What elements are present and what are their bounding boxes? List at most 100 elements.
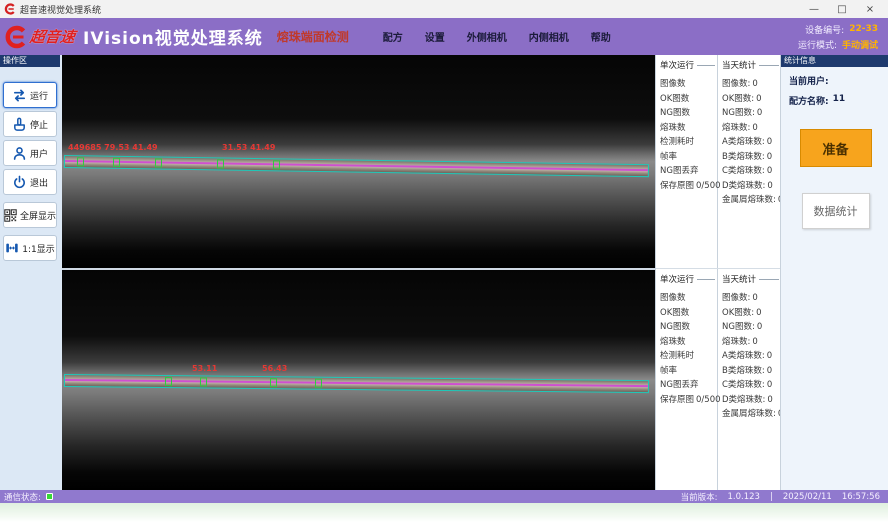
measurement-annotation: 53.11 (192, 364, 217, 373)
stat-label: 熔珠数 (660, 335, 686, 350)
stat-value: 0 (752, 291, 757, 306)
stat-label: 金属屑熔珠数: (722, 407, 776, 422)
weld-strip-overlay (64, 374, 649, 393)
detection-box (113, 158, 120, 167)
menu-item[interactable]: 外侧相机 (467, 29, 507, 44)
status-date: 2025/02/11 (783, 492, 832, 502)
version-label: 当前版本: (681, 491, 718, 503)
single-run-column: 单次运行 图像数OK图数NG图数熔珠数检测耗时帧率NG图丢弃保存原图0/500 (656, 269, 718, 490)
stat-row: 帧率 (660, 364, 717, 379)
run-button-label: 运行 (30, 89, 48, 102)
stat-row: OK图数 (660, 306, 717, 321)
stat-label: NG图数 (660, 320, 690, 335)
statistics-area: 单次运行 图像数OK图数NG图数熔珠数检测耗时帧率NG图丢弃保存原图0/500 … (655, 55, 780, 490)
stat-value: 0 (767, 378, 772, 393)
menu-item[interactable]: 帮助 (591, 29, 611, 44)
stat-label: NG图丢弃 (660, 164, 698, 179)
camera-viewport: 449685 79.53 41.49 31.53 41.49 53.11 56.… (60, 55, 655, 490)
stats-panel-outer: 单次运行 图像数OK图数NG图数熔珠数检测耗时帧率NG图丢弃保存原图0/500 … (656, 55, 780, 268)
stat-row: OK图数:0 (722, 306, 781, 321)
stat-value: 0 (767, 364, 772, 379)
stat-row: 图像数:0 (722, 77, 781, 92)
stat-value: 0 (756, 306, 761, 321)
menu-item[interactable]: 配方 (383, 29, 403, 44)
user-button[interactable]: 用户 (3, 140, 57, 166)
close-button[interactable]: × (856, 0, 884, 18)
stat-row: NG图丢弃 (660, 378, 717, 393)
stop-button[interactable]: 停止 (3, 111, 57, 137)
stat-row: 图像数 (660, 291, 717, 306)
stat-label: OK图数: (722, 306, 754, 321)
today-stats-column: 当天统计 图像数:0OK图数:0NG图数:0熔珠数:0A类熔珠数:0B类熔珠数:… (718, 55, 781, 268)
stat-label: 帧率 (660, 364, 677, 379)
detection-box (315, 379, 322, 388)
prepare-button[interactable]: 准备 (800, 129, 872, 167)
camera-view-inner[interactable]: 53.11 56.43 (62, 270, 655, 490)
run-mode-label: 运行模式: (798, 38, 837, 51)
operation-sidebar: 操作区 运行 停止 (0, 55, 60, 490)
stat-label: 保存原图 (660, 179, 694, 194)
stat-row: 保存原图0/500 (660, 393, 717, 408)
stat-label: D类熔珠数: (722, 179, 765, 194)
one-to-one-button-label: 1:1显示 (22, 242, 55, 255)
stat-label: B类熔珠数: (722, 364, 765, 379)
app-title: IVision视觉处理系统 (83, 24, 263, 49)
stat-label: 帧率 (660, 150, 677, 165)
stop-button-label: 停止 (30, 118, 48, 131)
fullscreen-button[interactable]: 全屏显示 (3, 202, 57, 228)
stat-row: 图像数:0 (722, 291, 781, 306)
stat-row: NG图数 (660, 106, 717, 121)
fullscreen-button-label: 全屏显示 (20, 209, 56, 222)
minimize-button[interactable]: — (800, 0, 828, 18)
stat-label: 保存原图 (660, 393, 694, 408)
exit-button[interactable]: 退出 (3, 169, 57, 195)
recipe-name-label: 配方名称: (789, 94, 829, 107)
detection-box (273, 160, 280, 169)
stat-value: 0 (767, 135, 772, 150)
one-to-one-button[interactable]: 1:1显示 (3, 235, 57, 261)
stat-label: 检测耗时 (660, 135, 694, 150)
centerline-overlay (65, 160, 648, 171)
app-subtitle: 熔珠端面检测 (277, 28, 349, 45)
stat-label: 图像数: (722, 77, 750, 92)
stat-label: 检测耗时 (660, 349, 694, 364)
stat-label: 图像数 (660, 291, 686, 306)
stat-label: NG图数 (660, 106, 690, 121)
stat-row: A类熔珠数:0 (722, 349, 781, 364)
fullscreen-grid-icon (4, 209, 17, 222)
menu-item[interactable]: 内侧相机 (529, 29, 569, 44)
info-panel: 统计信息 当前用户: 配方名称: 11 准备 数据统计 (780, 55, 888, 490)
stat-label: D类熔珠数: (722, 393, 765, 408)
detection-box (77, 157, 84, 166)
run-button[interactable]: 运行 (3, 82, 57, 108)
data-statistics-button[interactable]: 数据统计 (802, 193, 870, 229)
stat-row: NG图数:0 (722, 320, 781, 335)
single-run-column: 单次运行 图像数OK图数NG图数熔珠数检测耗时帧率NG图丢弃保存原图0/500 (656, 55, 718, 268)
run-icon (12, 88, 27, 103)
stat-label: OK图数 (660, 306, 689, 321)
stat-row: B类熔珠数:0 (722, 150, 781, 165)
maximize-button[interactable]: □ (828, 0, 856, 18)
one-to-one-icon (5, 241, 19, 255)
info-panel-title: 统计信息 (781, 55, 888, 67)
current-user-label: 当前用户: (789, 74, 829, 87)
stat-value: 0 (752, 335, 757, 350)
detection-box (165, 377, 172, 386)
today-stats-title: 当天统计 (722, 273, 781, 285)
stat-row: NG图数:0 (722, 106, 781, 121)
stat-row: NG图丢弃 (660, 164, 717, 179)
stat-value: 0 (767, 164, 772, 179)
menu-item[interactable]: 设置 (425, 29, 445, 44)
brand-name: 超音速 (29, 26, 77, 47)
stat-label: C类熔珠数: (722, 378, 765, 393)
stat-row: 熔珠数 (660, 335, 717, 350)
stat-row: 熔珠数:0 (722, 121, 781, 136)
stop-hand-icon (12, 117, 27, 132)
camera-view-outer[interactable]: 449685 79.53 41.49 31.53 41.49 (62, 55, 655, 268)
brand-swirl-icon (4, 25, 28, 49)
status-separator: | (770, 492, 773, 502)
stat-row: 熔珠数:0 (722, 335, 781, 350)
stat-label: NG图数: (722, 106, 755, 121)
user-icon (12, 146, 27, 161)
stat-label: 熔珠数 (660, 121, 686, 136)
